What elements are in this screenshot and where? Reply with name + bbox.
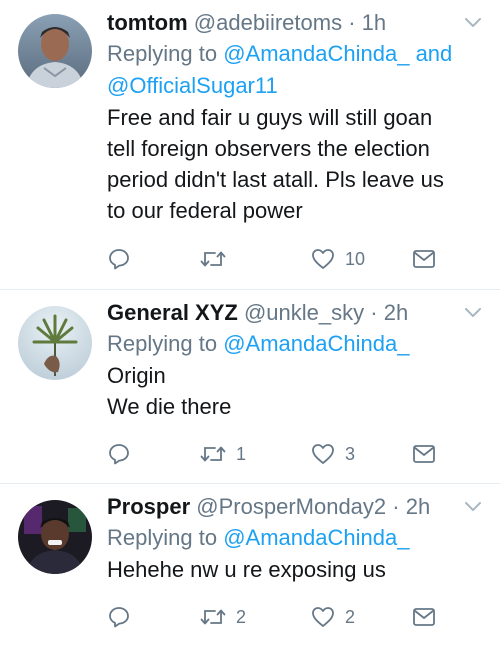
envelope-icon — [413, 250, 435, 268]
tweet-header: Prosper @ProsperMonday2 · 2h — [107, 492, 486, 522]
display-name[interactable]: General XYZ — [107, 300, 238, 325]
tweet-actions: 10 — [0, 245, 500, 273]
heart-icon — [312, 607, 334, 627]
like-count: 10 — [345, 248, 366, 269]
retweet-icon — [200, 609, 226, 625]
user-handle[interactable]: @unkle_sky — [244, 300, 364, 325]
retweet-button[interactable]: 1 — [200, 440, 246, 468]
direct-message-button[interactable] — [412, 245, 436, 273]
chevron-down-icon — [465, 502, 481, 511]
user-handle[interactable]: @ProsperMonday2 — [196, 494, 386, 519]
replying-joiner: and — [415, 41, 453, 66]
tweet-text: Hehehe nw u re exposing us — [107, 554, 486, 585]
like-button[interactable]: 3 — [311, 440, 355, 468]
retweet-button[interactable] — [200, 245, 236, 273]
tweet-actions: 1 3 — [0, 440, 500, 468]
reply-button[interactable] — [108, 245, 130, 273]
heart-icon — [312, 444, 334, 464]
retweet-button[interactable]: 2 — [200, 603, 246, 631]
user-handle[interactable]: @adebiiretoms — [194, 10, 342, 35]
replying-to: Replying to @AmandaChinda_ — [107, 522, 486, 554]
avatar[interactable] — [18, 14, 92, 88]
chevron-down-icon — [465, 308, 481, 317]
mention-link[interactable]: @OfficialSugar11 — [107, 73, 278, 98]
more-options-button[interactable] — [460, 298, 486, 328]
replying-prefix: Replying to — [107, 331, 218, 356]
timestamp[interactable]: 2h — [406, 494, 430, 519]
timestamp[interactable]: 2h — [384, 300, 408, 325]
like-button[interactable]: 10 — [311, 245, 365, 273]
tweet-text-line: Origin — [107, 363, 166, 388]
timestamp[interactable]: 1h — [362, 10, 386, 35]
reply-icon — [109, 444, 129, 465]
reply-button[interactable] — [108, 440, 130, 468]
tweet-text-line: We die there — [107, 394, 232, 419]
display-name[interactable]: tomtom — [107, 10, 188, 35]
direct-message-button[interactable] — [412, 603, 436, 631]
like-count: 2 — [345, 606, 356, 627]
avatar-image — [18, 14, 92, 88]
tweet-text-line: Free and fair u guys will still goan — [107, 105, 433, 130]
direct-message-button[interactable] — [412, 440, 436, 468]
replying-prefix: Replying to — [107, 525, 218, 550]
tweet-text: Free and fair u guys will still goan tel… — [107, 102, 486, 226]
reply-button[interactable] — [108, 603, 130, 631]
separator: · — [370, 300, 378, 325]
heart-icon — [312, 249, 334, 269]
display-name[interactable]: Prosper — [107, 494, 190, 519]
tweet-text: Origin We die there — [107, 360, 486, 422]
mention-link[interactable]: @AmandaChinda_ — [223, 525, 409, 550]
tweet-header: General XYZ @unkle_sky · 2h — [107, 298, 486, 328]
separator: · — [348, 10, 356, 35]
envelope-icon — [413, 608, 435, 626]
retweet-icon — [200, 251, 226, 267]
more-options-button[interactable] — [460, 8, 486, 38]
separator: · — [392, 494, 400, 519]
like-button[interactable]: 2 — [311, 603, 355, 631]
chevron-down-icon — [465, 18, 481, 27]
avatar-image — [18, 306, 92, 380]
avatar[interactable] — [18, 306, 92, 380]
tweet-text-line: tell foreign observers the election — [107, 136, 430, 161]
tweet-actions: 2 2 — [0, 603, 500, 631]
tweet-text-line: Hehehe nw u re exposing us — [107, 557, 386, 582]
tweet-header: tomtom @adebiiretoms · 1h — [107, 8, 486, 38]
reply-icon — [109, 607, 129, 628]
avatar-image — [18, 500, 92, 574]
replying-to: Replying to @AmandaChinda_ — [107, 328, 486, 360]
retweet-count: 1 — [236, 443, 247, 464]
retweet-icon — [200, 446, 226, 462]
tweet-text-line: to our federal power — [107, 198, 303, 223]
envelope-icon — [413, 445, 435, 463]
more-options-button[interactable] — [460, 492, 486, 522]
replying-prefix: Replying to — [107, 41, 218, 66]
mention-link[interactable]: @AmandaChinda_ — [223, 41, 409, 66]
like-count: 3 — [345, 443, 356, 464]
mention-link[interactable]: @AmandaChinda_ — [223, 331, 409, 356]
retweet-count: 2 — [236, 606, 247, 627]
replying-to: Replying to @AmandaChinda_ and @Official… — [107, 38, 486, 102]
reply-icon — [109, 249, 129, 270]
avatar[interactable] — [18, 500, 92, 574]
tweet-text-line: period didn't last atall. Pls leave us — [107, 167, 444, 192]
